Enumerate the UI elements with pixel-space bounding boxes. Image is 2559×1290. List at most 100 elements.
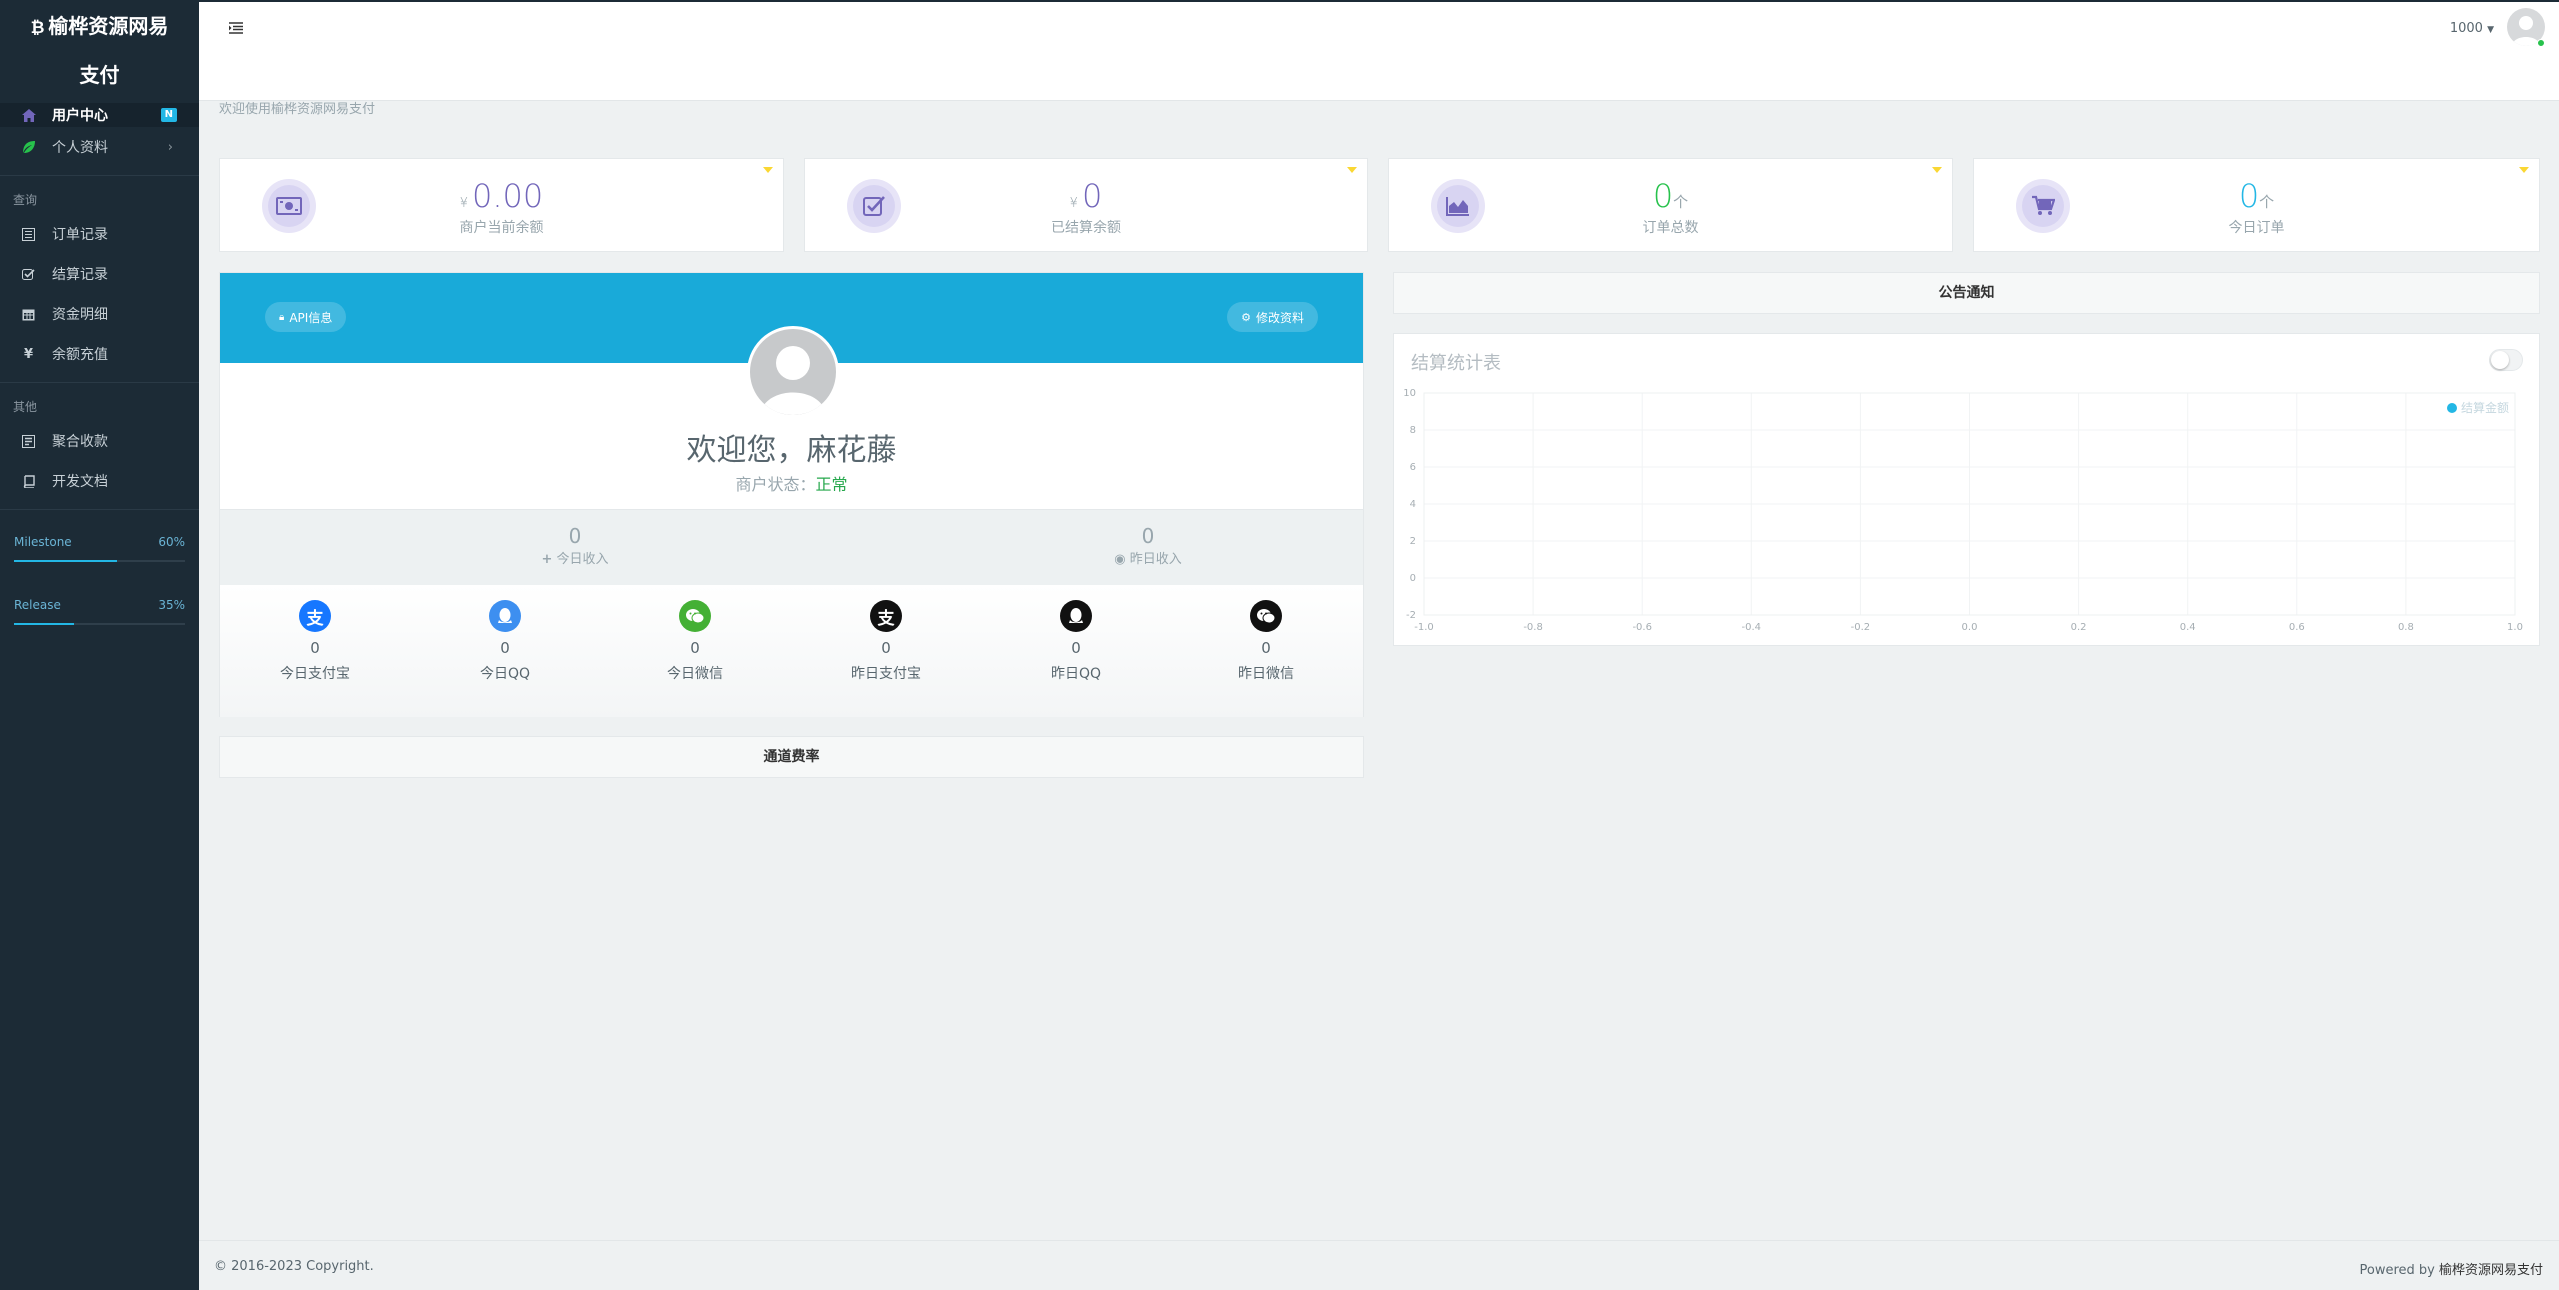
caret-down-icon[interactable] [763,167,773,173]
progress-fill [14,560,117,562]
channel-value: 0 [881,639,891,657]
legend-label: 结算金额 [2461,400,2509,415]
channel-value: 0 [310,639,320,657]
channel-yesterday-wechat: 0 昨日微信 [1196,600,1336,683]
plus-icon: + [541,552,553,567]
channel-yesterday-qq: 0 昨日QQ [1006,600,1146,683]
sidebar-item-funds[interactable]: 资金明细 [0,294,199,334]
income-label: 昨日收入 [1129,552,1182,567]
sidebar-item-label: 个人资料 [52,140,108,156]
x-tick-label: 0.4 [2180,622,2196,633]
settlement-chart-card: 结算统计表 -1.0 -0.8 -0.6 -0.4 -0.2 0.0 0.2 0.4 0.6 0.… [1393,333,2540,646]
channel-value: 0 [690,639,700,657]
sidebar-item-profile[interactable]: 个人资料 › [0,127,199,167]
caret-down-icon[interactable] [2519,167,2529,173]
sidebar-item-dev-docs[interactable]: 开发文档 [0,461,199,501]
caret-down-icon[interactable] [1347,167,1357,173]
x-tick-label: -0.8 [1523,622,1543,633]
channel-today-alipay: 支 0 今日支付宝 [245,600,385,683]
profile-avatar [747,326,839,418]
stat-label: 订单总数 [1642,220,1699,236]
y-tick-label: -2 [1406,610,1416,621]
channel-stats: 支 0 今日支付宝 0 今日QQ 0 今日微信 支 0 昨日支付宝 0 昨日QQ… [220,585,1363,717]
y-tick-label: 8 [1410,425,1416,436]
sidebar-item-user-center[interactable]: 用户中心 N [0,103,199,127]
lock-icon: 🔒︎ [279,311,285,323]
leaf-icon [21,140,36,155]
powered-by: Powered by 榆桦资源网易支付 [2360,1259,2544,1278]
copyright: © 2016-2023 Copyright. [214,1259,374,1274]
profile-panel: 🔒︎ API信息 ⚙ 修改资料 欢迎您，麻花藤 商户状态：正常 0 + 今日收入 0… [219,272,1364,717]
wechat-icon [1250,600,1282,632]
x-tick-label: -1.0 [1414,622,1434,633]
stat-card-balance: ¥0.00 商户当前余额 [219,158,784,252]
income-value: 0 [568,524,582,548]
sidebar-item-recharge[interactable]: ¥ 余额充值 [0,334,199,374]
x-tick-label: 0.2 [2071,622,2087,633]
channel-rates-panel[interactable]: 通道费率 [219,736,1364,778]
merchant-status: 商户状态：正常 [220,471,1363,495]
x-tick-label: 0.8 [2398,622,2414,633]
progress-track [14,623,185,625]
progress-percent: 60% [158,535,185,549]
channel-label: 昨日支付宝 [851,666,921,682]
sidebar-item-settlements[interactable]: 结算记录 [0,254,199,294]
username: 1000 [2449,21,2483,36]
stat-label: 已结算余额 [1051,220,1121,236]
arrow-circle-icon: ◉ [1114,552,1126,567]
progress-release: Release 35% [0,598,199,625]
legend-swatch [2447,403,2457,413]
edit-profile-label: 修改资料 [1255,310,1304,325]
book-icon [21,474,36,489]
stat-value: 0 [1652,177,1674,215]
sidebar-item-label: 开发文档 [52,474,108,490]
alipay-icon: 支 [870,600,902,632]
stat-card-today-orders: 0个 今日订单 [1973,158,2540,252]
api-info-button[interactable]: 🔒︎ API信息 [265,302,347,332]
sidebar-item-aggregate-payment[interactable]: 聚合收款 [0,421,199,461]
x-tick-label: 0.6 [2289,622,2305,633]
sidebar-item-orders[interactable]: 订单记录 [0,214,199,254]
x-tick-label: -0.4 [1742,622,1762,633]
brand[interactable]: ₿ 榆桦资源网易 支付 [0,0,199,102]
stat-value: 0 [2238,177,2260,215]
chevron-right-icon: › [167,139,173,155]
caret-down-icon: ▼ [2487,25,2494,35]
check-square-icon [21,267,36,282]
powered-name[interactable]: 榆桦资源网易支付 [2439,1263,2543,1278]
sidebar: ₿ 榆桦资源网易 支付 用户中心 N 个人资料 › 查询 订单记录 结算记录 资金… [0,0,199,1290]
welcome-message: 欢迎使用榆桦资源网易支付 [219,102,376,117]
user-dropdown[interactable]: 1000 ▼ [2450,21,2494,36]
y-tick-label: 2 [1410,536,1416,547]
progress-label: Release [14,598,61,612]
currency-symbol: ¥ [1069,196,1078,211]
bitcoin-icon: ₿ [30,18,45,38]
channel-value: 0 [1071,639,1081,657]
y-tick-label: 6 [1410,462,1416,473]
stat-card-settled: ¥0 已结算余额 [804,158,1368,252]
income-value: 0 [1141,524,1155,548]
channel-value: 0 [500,639,510,657]
stat-unit: 个 [1673,193,1689,211]
top-header: 1000 ▼ [199,0,2559,101]
edit-profile-button[interactable]: ⚙ 修改资料 [1227,302,1318,332]
yen-icon: ¥ [23,346,34,362]
section-label-query: 查询 [13,193,38,207]
progress-milestone: Milestone 60% [0,535,199,562]
caret-down-icon[interactable] [1932,167,1942,173]
list-icon [21,227,36,242]
yesterday-income: 0 ◉ 昨日收入 [998,524,1298,567]
online-status-dot [2537,39,2545,47]
notice-panel[interactable]: 公告通知 [1393,272,2540,314]
stat-card-total-orders: 0个 订单总数 [1388,158,1953,252]
channel-label: 昨日QQ [1050,666,1102,682]
menu-toggle-icon[interactable] [229,19,243,38]
income-summary: 0 + 今日收入 0 ◉ 昨日收入 [220,509,1363,585]
calendar-icon [21,307,36,322]
qq-icon [1060,600,1092,632]
status-badge: 正常 [815,475,848,494]
sidebar-item-label: 用户中心 [52,108,108,124]
alipay-icon: 支 [299,600,331,632]
y-tick-label: 0 [1410,573,1416,584]
section-label-other: 其他 [13,400,38,414]
